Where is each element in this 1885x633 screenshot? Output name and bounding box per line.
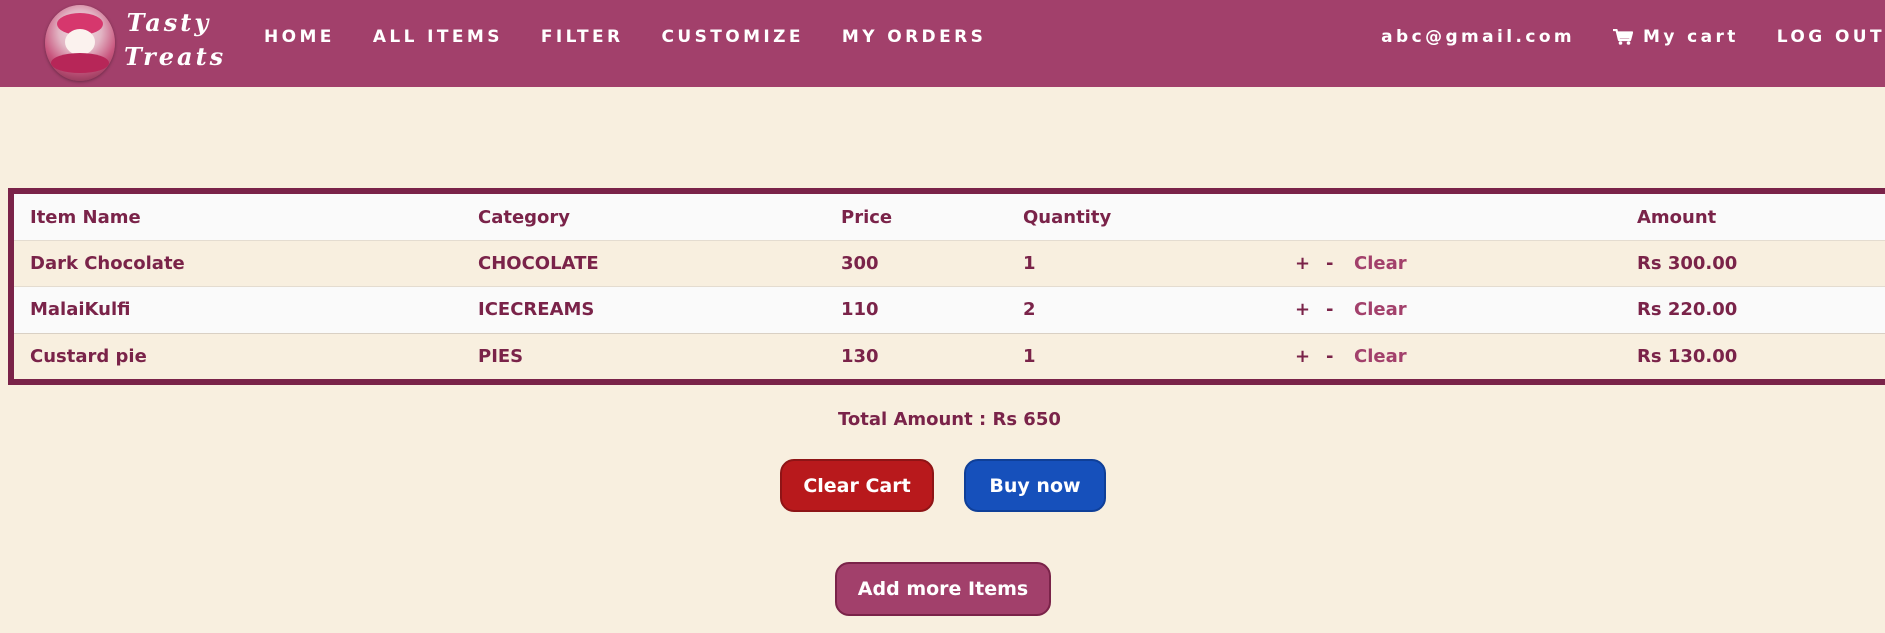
item-quantity: 1 <box>1023 253 1036 274</box>
my-cart-link[interactable]: My cart <box>1613 27 1739 47</box>
decrease-quantity-button[interactable]: - <box>1326 253 1333 274</box>
table-row: Dark Chocolate CHOCOLATE 300 1 + - Clear… <box>14 240 1885 286</box>
table-row: MalaiKulfi ICECREAMS 110 2 + - Clear Rs … <box>14 286 1885 332</box>
table-row: Custard pie PIES 130 1 + - Clear Rs 130.… <box>14 333 1885 379</box>
nav-my-orders[interactable]: MY ORDERS <box>842 27 986 47</box>
increase-quantity-button[interactable]: + <box>1295 253 1310 274</box>
item-amount: Rs 300.00 <box>1637 253 1738 274</box>
cake-logo-icon[interactable] <box>45 5 115 81</box>
item-category: ICECREAMS <box>478 299 595 320</box>
brand-line1: Tasty <box>126 8 212 37</box>
increase-quantity-button[interactable]: + <box>1295 299 1310 320</box>
header-category: Category <box>478 206 571 228</box>
item-amount: Rs 220.00 <box>1637 299 1738 320</box>
item-name: Dark Chocolate <box>30 253 185 274</box>
item-name: MalaiKulfi <box>30 299 131 320</box>
decrease-quantity-button[interactable]: - <box>1326 299 1333 320</box>
item-category: CHOCOLATE <box>478 253 599 274</box>
increase-quantity-button[interactable]: + <box>1295 346 1310 367</box>
total-amount: Total Amount : Rs 650 <box>838 409 1061 430</box>
item-price: 130 <box>841 346 879 367</box>
add-more-items-button[interactable]: Add more Items <box>835 562 1051 616</box>
item-price: 110 <box>841 299 879 320</box>
clear-cart-button[interactable]: Clear Cart <box>780 459 934 512</box>
shopping-cart-icon <box>1613 28 1634 45</box>
clear-item-button[interactable]: Clear <box>1354 253 1407 274</box>
brand-line2: Treats <box>124 42 227 71</box>
item-quantity: 2 <box>1023 299 1036 320</box>
user-email-link[interactable]: abc@gmail.com <box>1381 27 1575 47</box>
clear-item-button[interactable]: Clear <box>1354 346 1407 367</box>
nav-customize[interactable]: CUSTOMIZE <box>662 27 804 47</box>
item-price: 300 <box>841 253 879 274</box>
logout-link[interactable]: LOG OUT <box>1777 27 1885 47</box>
decrease-quantity-button[interactable]: - <box>1326 346 1333 367</box>
header-amount: Amount <box>1637 206 1717 228</box>
nav-right: abc@gmail.com My cart LOG OUT <box>1343 0 1885 73</box>
header-quantity: Quantity <box>1023 206 1112 228</box>
item-amount: Rs 130.00 <box>1637 346 1738 367</box>
my-cart-label: My cart <box>1643 26 1739 47</box>
nav-all-items[interactable]: ALL ITEMS <box>373 27 503 47</box>
navbar: Tasty Treats HOME ALL ITEMS FILTER CUSTO… <box>0 0 1885 87</box>
cart-table: Item Name Category Price Quantity Amount… <box>8 188 1885 385</box>
brand-name[interactable]: Tasty Treats <box>124 6 227 74</box>
item-quantity: 1 <box>1023 346 1036 367</box>
nav-home[interactable]: HOME <box>264 27 335 47</box>
table-header-row: Item Name Category Price Quantity Amount <box>14 194 1885 240</box>
header-item-name: Item Name <box>30 206 141 228</box>
clear-item-button[interactable]: Clear <box>1354 299 1407 320</box>
buy-now-button[interactable]: Buy now <box>964 459 1106 512</box>
nav-filter[interactable]: FILTER <box>541 27 624 47</box>
header-price: Price <box>841 206 893 228</box>
nav-links: HOME ALL ITEMS FILTER CUSTOMIZE MY ORDER… <box>264 0 1024 73</box>
item-name: Custard pie <box>30 346 147 367</box>
item-category: PIES <box>478 346 524 367</box>
